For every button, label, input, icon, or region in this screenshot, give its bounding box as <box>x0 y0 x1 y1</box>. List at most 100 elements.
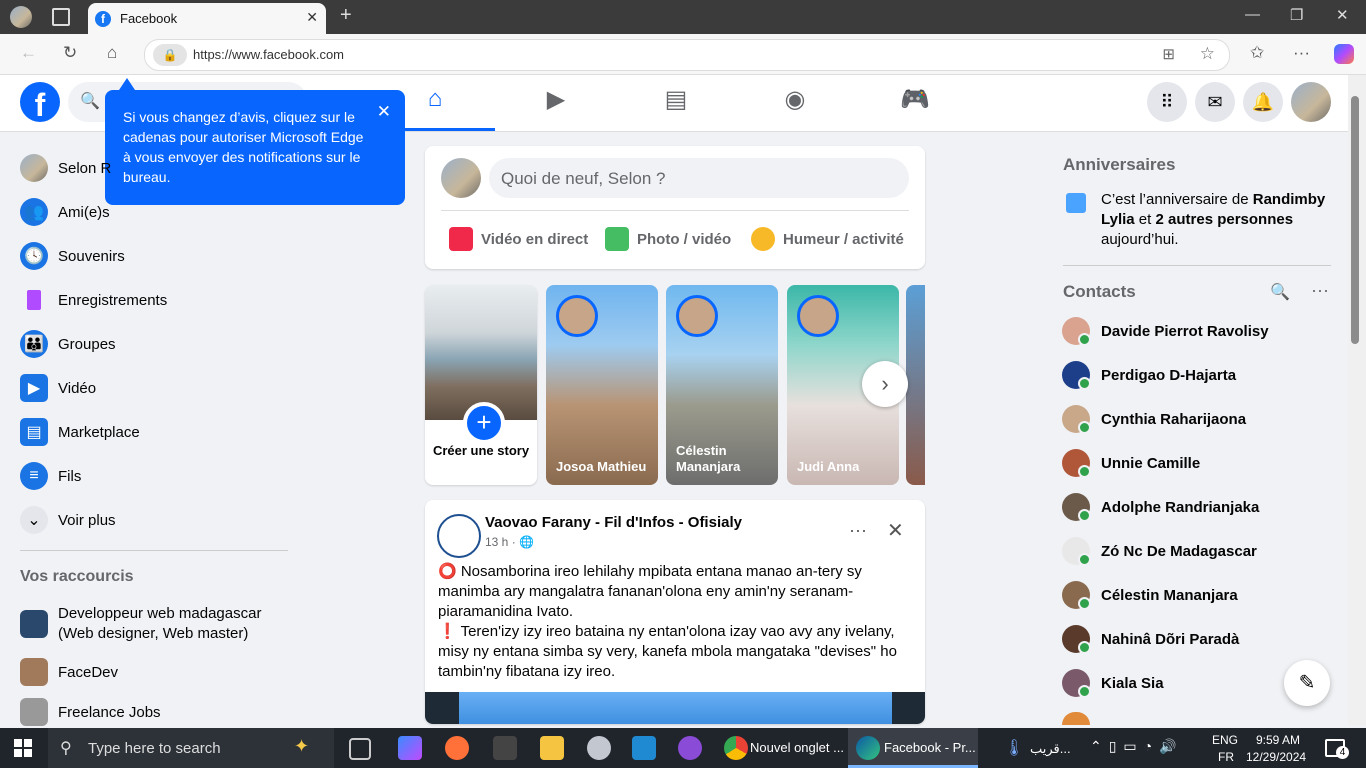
back-icon[interactable]: ← <box>20 43 37 63</box>
favorite-star-icon[interactable]: ☆ <box>1200 44 1215 64</box>
composer-input[interactable]: Quoi de neuf, Selon ? <box>489 158 909 198</box>
post-author-name[interactable]: Vaovao Farany - Fil d'Infos - Ofisialy <box>485 514 742 531</box>
lock-icon[interactable]: 🔒 <box>153 44 187 66</box>
facebook-logo-icon[interactable]: f <box>20 82 60 123</box>
post-author-avatar[interactable] <box>437 514 481 558</box>
sidebar-item-feeds[interactable]: ≡ Fils <box>20 458 81 494</box>
menu-grid-icon[interactable]: ⠿ <box>1147 82 1187 122</box>
more-menu-icon[interactable]: ··· <box>1293 43 1310 63</box>
contact-item[interactable]: Perdigao D-Hajarta <box>1062 357 1236 393</box>
minimize-icon[interactable]: — <box>1245 6 1260 23</box>
profile-avatar <box>20 154 48 182</box>
sidebar-item-marketplace[interactable]: ▤ Marketplace <box>20 414 140 450</box>
contact-avatar <box>1062 669 1091 698</box>
shortcut-group-icon <box>20 610 48 638</box>
shortcut-item[interactable]: Developpeur web madagascar (Web designer… <box>20 604 278 644</box>
post-time[interactable]: 13 h · <box>485 535 516 549</box>
account-avatar[interactable] <box>1291 82 1331 122</box>
birthday-others[interactable]: 2 autres personnes <box>1156 211 1294 228</box>
tab-actions-icon[interactable] <box>52 8 70 26</box>
address-bar: ← ↻ ⌂ 🔒 https://www.facebook.com ⊞ ☆ ✩ ·… <box>0 34 1366 75</box>
contact-item[interactable]: Kiala Sia <box>1062 665 1164 701</box>
story-card-partial[interactable] <box>906 285 925 485</box>
messenger-icon[interactable]: ✉ <box>1195 82 1235 122</box>
feeling-activity-button[interactable]: Humeur / activité <box>751 227 904 251</box>
tooltip-close-icon[interactable]: ✕ <box>377 102 391 122</box>
nav-gaming-icon[interactable]: 🎮 <box>855 85 975 131</box>
contact-item[interactable]: Nahinâ Dõri Paradà <box>1062 621 1239 657</box>
windows-start-icon[interactable] <box>14 739 32 757</box>
firefox-icon[interactable] <box>445 736 469 760</box>
sidebar-item-friends[interactable]: 👥 Ami(e)s <box>20 194 110 230</box>
close-window-icon[interactable]: ✕ <box>1336 6 1349 24</box>
home-icon[interactable]: ⌂ <box>107 43 117 63</box>
system-tray-icons[interactable]: ⌃▯▭◔🔊 <box>1090 738 1184 755</box>
clock-date[interactable]: 12/29/2024 <box>1246 750 1306 764</box>
keyboard-layout-indicator[interactable]: FR <box>1218 750 1234 764</box>
video-icon: ▶ <box>20 374 48 402</box>
contact-item[interactable]: Davide Pierrot Ravolisy <box>1062 313 1269 349</box>
contact-item[interactable]: Célestin Mananjara <box>1062 577 1238 613</box>
birthday-prefix: C’est l’anniversaire de <box>1101 191 1253 208</box>
shortcut-item[interactable]: FaceDev <box>20 654 118 690</box>
paint-icon[interactable] <box>587 736 611 760</box>
sidebar-item-video[interactable]: ▶ Vidéo <box>20 370 96 406</box>
copilot-taskbar-icon[interactable] <box>398 736 422 760</box>
nav-marketplace-icon[interactable]: ▤ <box>616 85 736 131</box>
new-message-edit-icon[interactable]: ✎ <box>1284 660 1330 706</box>
sidebar-item-groups[interactable]: 👪 Groupes <box>20 326 116 362</box>
shortcut-label: Developpeur web madagascar (Web designer… <box>58 605 262 642</box>
sparkle-icon: ✦ <box>294 736 310 756</box>
contact-item[interactable]: Adolphe Randrianjaka <box>1062 489 1259 525</box>
url-field[interactable]: 🔒 https://www.facebook.com ⊞ ☆ <box>144 39 1230 71</box>
calendar-app-icon[interactable] <box>493 736 517 760</box>
taskbar-task-edge[interactable]: Facebook - Pr... <box>848 728 978 768</box>
weather-text[interactable]: قريب... <box>1030 741 1071 757</box>
taskbar-task-chrome[interactable]: Nouvel onglet ... <box>716 728 846 768</box>
contact-item[interactable]: Cynthia Raharijaona <box>1062 401 1246 437</box>
nav-groups-icon[interactable]: ◉ <box>735 85 855 131</box>
story-card[interactable]: Célestin Mananjara <box>666 285 778 485</box>
live-video-button[interactable]: Vidéo en direct <box>449 227 588 251</box>
create-story-card[interactable]: + Créer une story <box>425 285 537 485</box>
vscode-icon[interactable] <box>632 736 656 760</box>
post-close-icon[interactable]: ✕ <box>887 518 904 543</box>
nav-video-icon[interactable]: ▶ <box>496 85 616 131</box>
contacts-more-icon[interactable]: ··· <box>1311 280 1329 301</box>
language-indicator[interactable]: ENG <box>1212 733 1238 747</box>
app-available-icon[interactable]: ⊞ <box>1162 45 1175 63</box>
sidebar-item-saved[interactable]: Enregistrements <box>20 282 167 318</box>
weather-icon[interactable]: 🌡 <box>1004 738 1024 758</box>
browser-tab-bar: f Facebook ✕ + — ❐ ✕ <box>0 0 1366 34</box>
story-card[interactable]: Josoa Mathieu <box>546 285 658 485</box>
media-app-icon[interactable] <box>678 736 702 760</box>
notifications-bell-icon[interactable]: 🔔 <box>1243 82 1283 122</box>
favorites-icon[interactable]: ✩ <box>1250 43 1264 63</box>
task-view-icon[interactable] <box>349 738 371 760</box>
composer-placeholder: Quoi de neuf, Selon ? <box>501 169 666 188</box>
sidebar-item-see-more[interactable]: ⌄ Voir plus <box>20 502 116 538</box>
sidebar-item-profile[interactable]: Selon R <box>20 150 111 186</box>
contact-item[interactable]: Unnie Camille <box>1062 445 1200 481</box>
tab-facebook[interactable]: f Facebook ✕ <box>88 3 326 34</box>
post-image[interactable] <box>425 692 925 724</box>
contact-avatar <box>1062 493 1091 522</box>
browser-profile-icon[interactable] <box>10 6 32 28</box>
refresh-icon[interactable]: ↻ <box>63 43 77 63</box>
restore-icon[interactable]: ❐ <box>1290 6 1303 24</box>
post-more-icon[interactable]: ··· <box>849 520 867 541</box>
taskbar-search-box[interactable]: ⚲ Type here to search ✦ <box>48 728 334 768</box>
sidebar-item-label: Enregistrements <box>58 291 168 309</box>
copilot-icon[interactable] <box>1334 44 1354 64</box>
new-tab-icon[interactable]: + <box>340 4 352 27</box>
close-tab-icon[interactable]: ✕ <box>306 9 318 26</box>
contacts-search-icon[interactable]: 🔍 <box>1270 282 1290 302</box>
shortcut-item[interactable]: Freelance Jobs <box>20 698 161 726</box>
stories-next-chevron-icon[interactable]: › <box>862 361 908 407</box>
scrollbar-thumb[interactable] <box>1351 96 1359 344</box>
photo-video-button[interactable]: Photo / vidéo <box>605 227 731 251</box>
sidebar-item-memories[interactable]: 🕓 Souvenirs <box>20 238 125 274</box>
clock-time[interactable]: 9:59 AM <box>1256 733 1300 747</box>
contact-item[interactable]: Zó Nc De Madagascar <box>1062 533 1257 569</box>
file-explorer-icon[interactable] <box>540 736 564 760</box>
